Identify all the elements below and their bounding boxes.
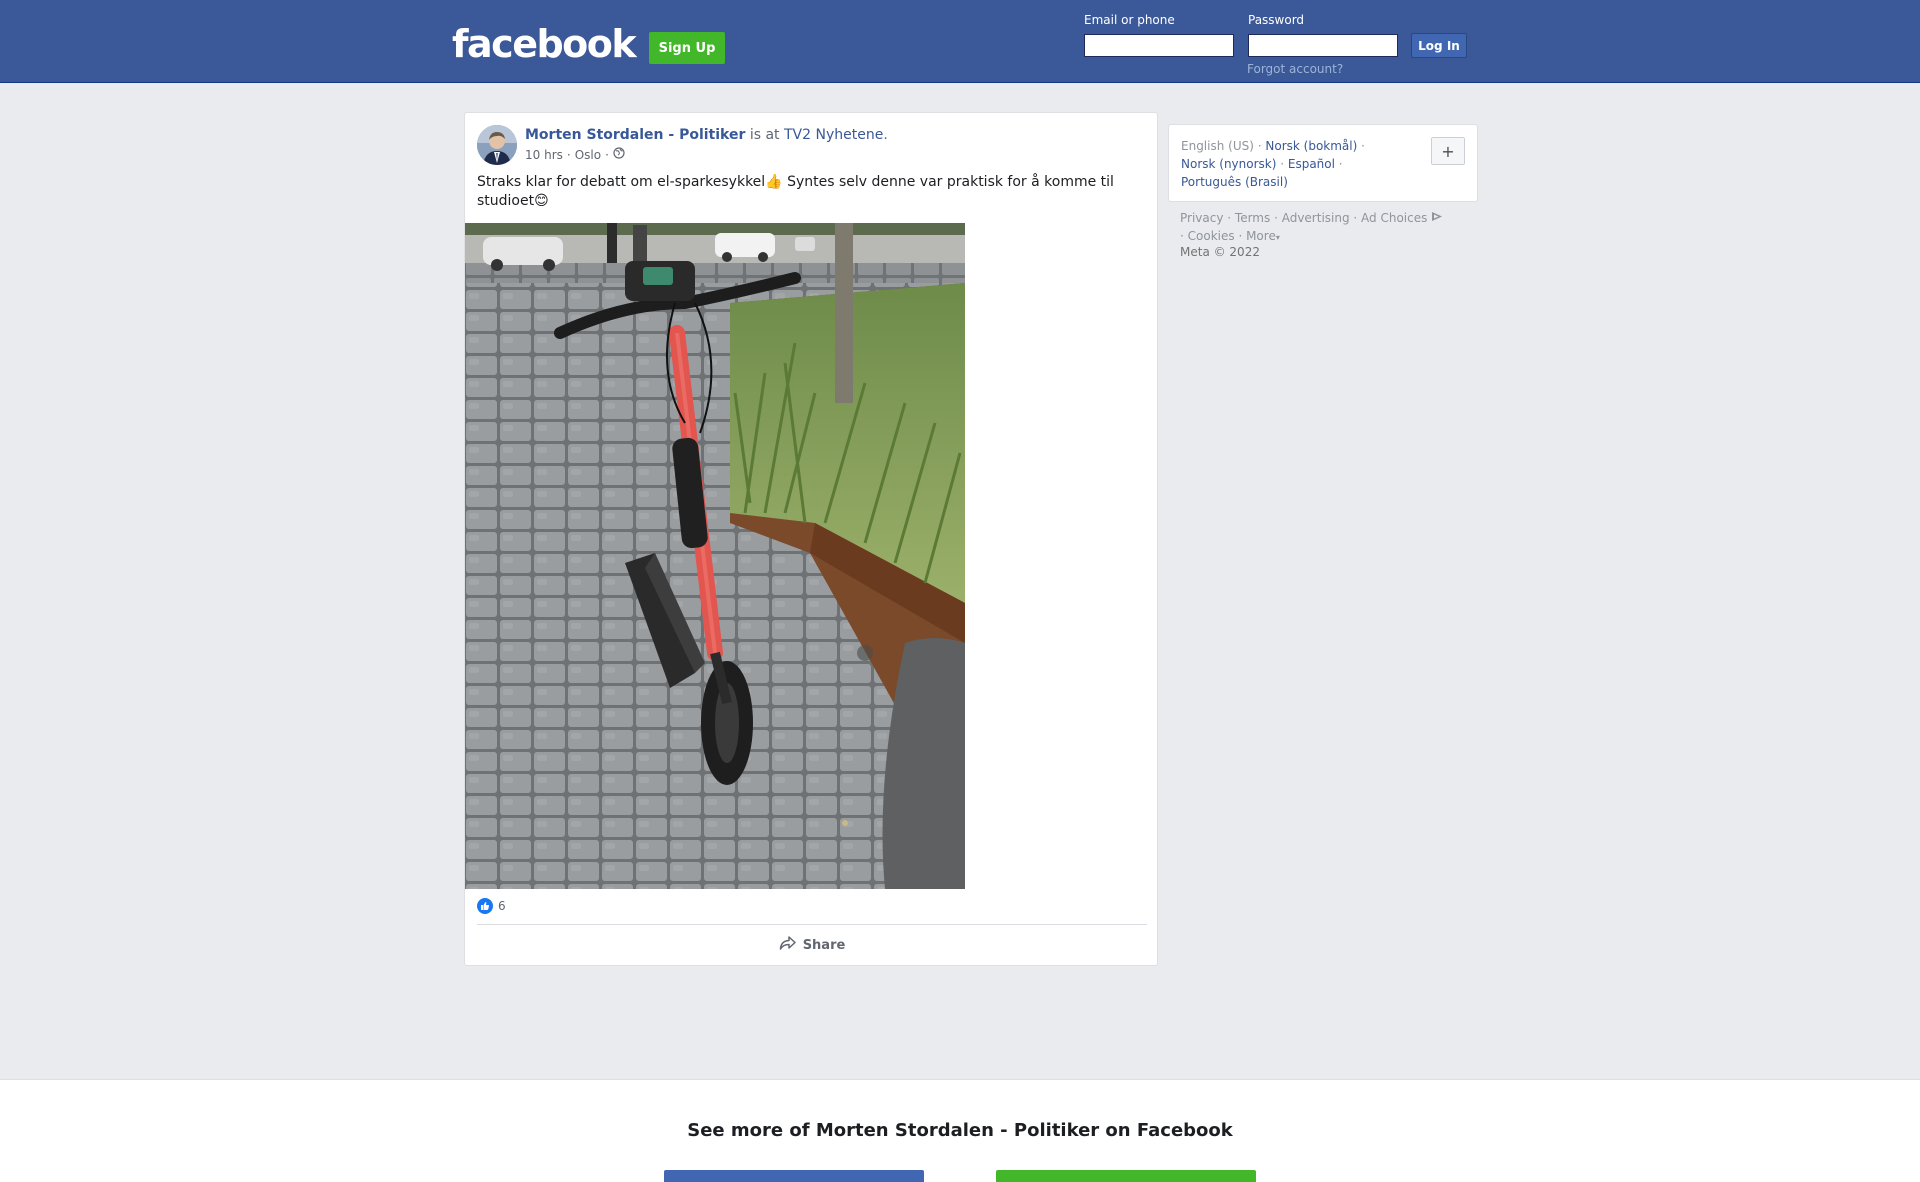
language-list: English (US) · Norsk (bokmål) · Norsk (n… — [1181, 139, 1365, 189]
footer-links: Privacy · Terms · Advertising · Ad Choic… — [1180, 209, 1480, 247]
language-link[interactable]: Norsk (bokmål) — [1265, 139, 1357, 153]
author-name-link[interactable]: Morten Stordalen - Politiker — [525, 127, 745, 143]
like-count: 6 — [498, 899, 506, 913]
password-label: Password — [1248, 13, 1305, 27]
facebook-logo[interactable]: facebook — [452, 22, 637, 66]
email-label: Email or phone — [1084, 13, 1175, 27]
footer-link-ad-choices[interactable]: Ad Choices — [1361, 211, 1427, 225]
language-link[interactable]: Español — [1288, 157, 1335, 171]
meta-separator: · — [566, 147, 571, 162]
bottom-create-account-button[interactable] — [996, 1170, 1256, 1182]
avatar[interactable] — [477, 125, 517, 165]
footer-link-terms[interactable]: Terms — [1235, 211, 1270, 225]
globe-icon — [613, 147, 625, 162]
share-label: Share — [802, 937, 846, 953]
language-link[interactable]: Norsk (nynorsk) — [1181, 157, 1276, 171]
language-link[interactable]: Português (Brasil) — [1181, 175, 1288, 189]
log-in-button[interactable]: Log In — [1411, 33, 1467, 58]
caret-down-icon: ▾ — [1275, 233, 1280, 242]
is-at-text: is at — [749, 127, 780, 143]
meta-separator: · — [605, 147, 609, 162]
post-card: Morten Stordalen - Politiker is at TV2 N… — [464, 112, 1158, 966]
bottom-banner-title: See more of Morten Stordalen - Politiker… — [687, 1120, 1233, 1141]
post-divider — [477, 924, 1147, 925]
post-location[interactable]: Oslo — [575, 148, 601, 162]
place-link[interactable]: TV2 Nyhetene — [784, 127, 883, 143]
more-languages-button[interactable]: + — [1431, 137, 1465, 165]
footer-link-privacy[interactable]: Privacy — [1180, 211, 1223, 225]
top-bar: facebook Sign Up Email or phone Password… — [0, 0, 1920, 83]
password-field[interactable] — [1248, 34, 1398, 57]
share-button[interactable]: Share — [465, 927, 1159, 963]
footer-link-cookies[interactable]: Cookies — [1188, 229, 1235, 243]
bottom-log-in-button[interactable] — [664, 1170, 924, 1182]
footer-link-more[interactable]: More — [1246, 229, 1276, 243]
like-icon — [477, 898, 493, 914]
ad-choices-icon — [1431, 211, 1443, 225]
share-icon — [779, 935, 797, 955]
email-field[interactable] — [1084, 34, 1234, 57]
language-box: English (US) · Norsk (bokmål) · Norsk (n… — [1168, 124, 1478, 202]
language-current: English (US) — [1181, 139, 1254, 153]
sign-up-button[interactable]: Sign Up — [649, 32, 725, 64]
post-photo[interactable] — [465, 223, 965, 889]
post-time[interactable]: 10 hrs — [525, 148, 563, 162]
forgot-account-link[interactable]: Forgot account? — [1247, 62, 1343, 76]
copyright: Meta © 2022 — [1180, 245, 1260, 259]
post-text: Straks klar for debatt om el-sparkesykke… — [477, 174, 1114, 209]
period-text: . — [883, 127, 888, 143]
footer-link-advertising[interactable]: Advertising — [1282, 211, 1350, 225]
reactions-summary[interactable]: 6 — [477, 898, 506, 914]
post-author-line: Morten Stordalen - Politiker is at TV2 N… — [525, 127, 888, 143]
post-meta: 10 hrs · Oslo · — [525, 147, 625, 162]
